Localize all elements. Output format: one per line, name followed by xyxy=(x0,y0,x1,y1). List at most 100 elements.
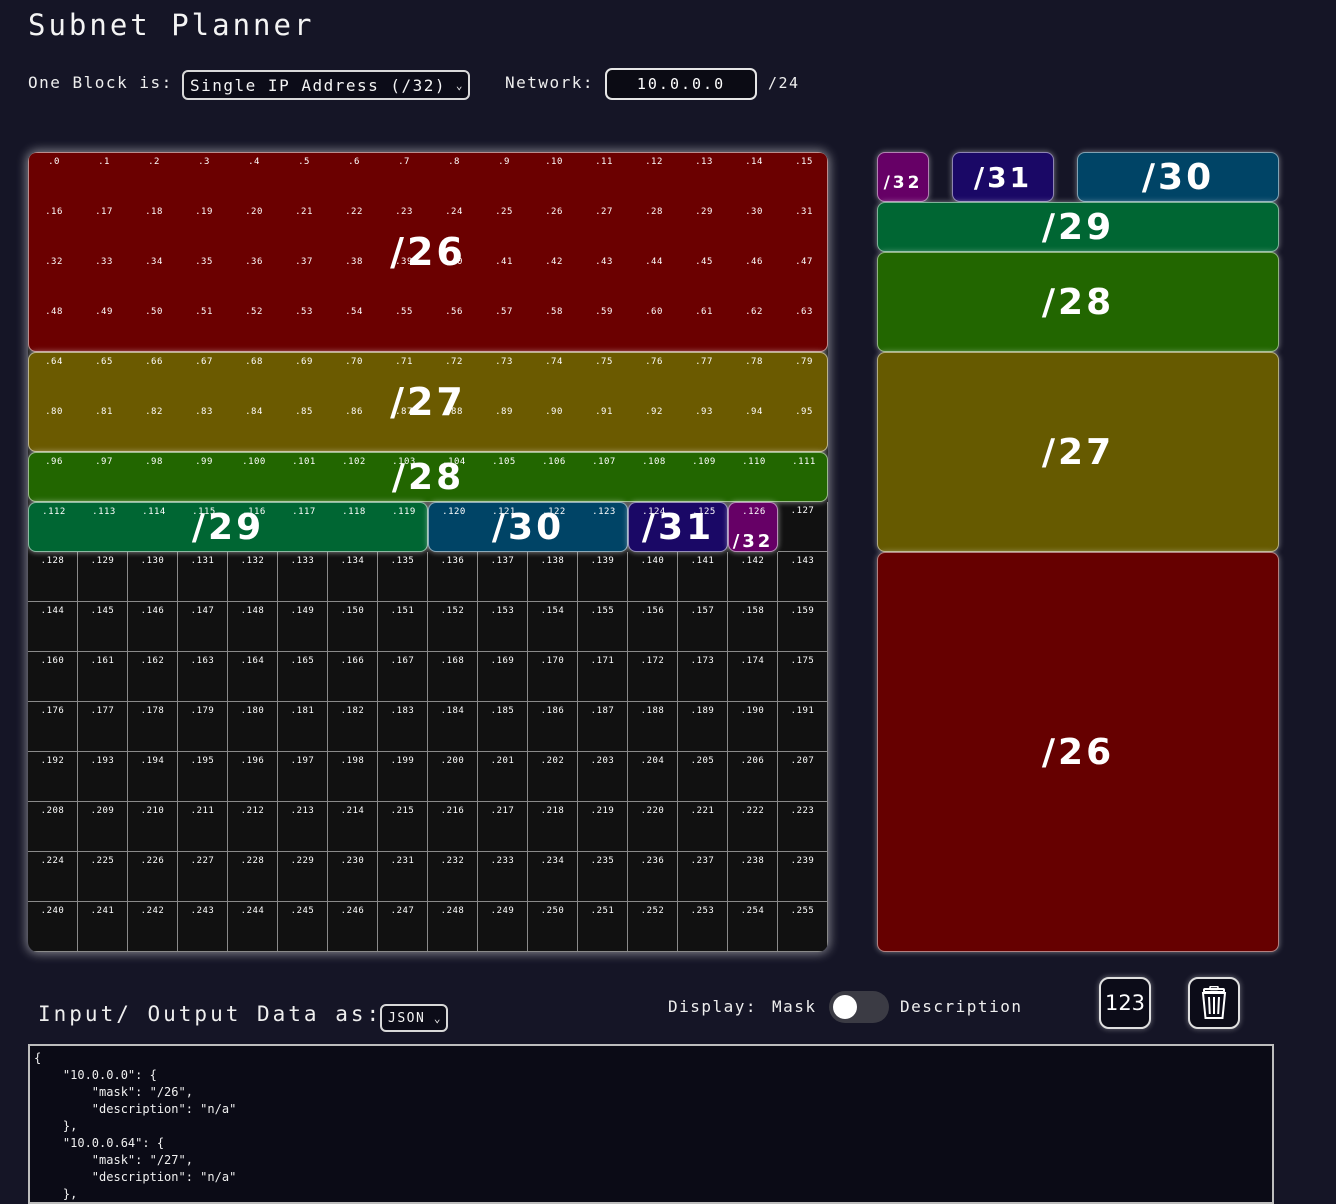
ip-cell[interactable]: .189 xyxy=(678,702,728,752)
ip-cell[interactable]: .246 xyxy=(328,902,378,952)
ip-cell[interactable]: .159 xyxy=(778,602,828,652)
ip-cell[interactable]: .233 xyxy=(478,852,528,902)
ip-cell[interactable]: .211 xyxy=(178,802,228,852)
ip-cell[interactable]: .130 xyxy=(128,552,178,602)
ip-cell[interactable]: .245 xyxy=(278,902,328,952)
ip-cell[interactable]: .222 xyxy=(728,802,778,852)
ip-cell[interactable]: .188 xyxy=(628,702,678,752)
ip-cell[interactable]: .237 xyxy=(678,852,728,902)
ip-cell[interactable]: .174 xyxy=(728,652,778,702)
ip-cell[interactable]: .223 xyxy=(778,802,828,852)
ip-cell[interactable]: .243 xyxy=(178,902,228,952)
ip-cell[interactable]: .247 xyxy=(378,902,428,952)
subnet-block[interactable]: .126/32 xyxy=(728,502,778,552)
ip-cell[interactable]: .184 xyxy=(428,702,478,752)
ip-cell[interactable]: .216 xyxy=(428,802,478,852)
ip-cell[interactable]: .156 xyxy=(628,602,678,652)
display-toggle[interactable] xyxy=(829,991,889,1023)
ip-cell[interactable]: .232 xyxy=(428,852,478,902)
block-size-select[interactable]: Single IP Address (/32) ⌄ xyxy=(182,70,470,100)
ip-cell[interactable]: .228 xyxy=(228,852,278,902)
ip-cell[interactable]: .151 xyxy=(378,602,428,652)
ip-cell[interactable]: .240 xyxy=(28,902,78,952)
ip-cell[interactable]: .185 xyxy=(478,702,528,752)
ip-cell[interactable]: .160 xyxy=(28,652,78,702)
ip-cell[interactable]: .219 xyxy=(578,802,628,852)
ip-cell[interactable]: .254 xyxy=(728,902,778,952)
ip-cell[interactable]: .248 xyxy=(428,902,478,952)
ip-cell[interactable]: .197 xyxy=(278,752,328,802)
ip-cell[interactable]: .146 xyxy=(128,602,178,652)
ip-cell[interactable]: .137 xyxy=(478,552,528,602)
legend-block[interactable]: /28 xyxy=(877,252,1279,352)
ip-cell[interactable]: .195 xyxy=(178,752,228,802)
ip-cell[interactable]: .202 xyxy=(528,752,578,802)
ip-cell[interactable]: .213 xyxy=(278,802,328,852)
ip-cell[interactable]: .134 xyxy=(328,552,378,602)
ip-cell[interactable]: .229 xyxy=(278,852,328,902)
ip-cell[interactable]: .166 xyxy=(328,652,378,702)
ip-cell[interactable]: .131 xyxy=(178,552,228,602)
ip-cell[interactable]: .180 xyxy=(228,702,278,752)
ip-cell[interactable]: .147 xyxy=(178,602,228,652)
ip-cell[interactable]: .238 xyxy=(728,852,778,902)
ip-cell[interactable]: .208 xyxy=(28,802,78,852)
ip-cell[interactable]: .171 xyxy=(578,652,628,702)
ip-cell[interactable]: .187 xyxy=(578,702,628,752)
ip-cell[interactable]: .138 xyxy=(528,552,578,602)
legend-block[interactable]: /31 xyxy=(952,152,1054,202)
ip-cell[interactable]: .255 xyxy=(778,902,828,952)
ip-cell[interactable]: .218 xyxy=(528,802,578,852)
ip-cell[interactable]: .155 xyxy=(578,602,628,652)
ip-cell[interactable]: .172 xyxy=(628,652,678,702)
ip-cell[interactable]: .143 xyxy=(778,552,828,602)
ip-cell[interactable]: .127 xyxy=(778,502,828,552)
ip-cell[interactable]: .234 xyxy=(528,852,578,902)
ip-cell[interactable]: .209 xyxy=(78,802,128,852)
ip-cell[interactable]: .144 xyxy=(28,602,78,652)
ip-cell[interactable]: .148 xyxy=(228,602,278,652)
ip-cell[interactable]: .224 xyxy=(28,852,78,902)
subnet-block[interactable]: .64 .65 .66 .67 .68 .69 .70 .71 .72 .73 .74 .75 .76.… xyxy=(28,352,828,452)
ip-cell[interactable]: .132 xyxy=(228,552,278,602)
ip-cell[interactable]: .196 xyxy=(228,752,278,802)
delete-button[interactable] xyxy=(1188,977,1240,1029)
ip-cell[interactable]: .200 xyxy=(428,752,478,802)
ip-cell[interactable]: .181 xyxy=(278,702,328,752)
ip-cell[interactable]: .179 xyxy=(178,702,228,752)
ip-cell[interactable]: .191 xyxy=(778,702,828,752)
network-input[interactable]: 10.0.0.0 xyxy=(605,68,757,100)
legend-block[interactable]: /26 xyxy=(877,552,1279,952)
ip-cell[interactable]: .133 xyxy=(278,552,328,602)
ip-cell[interactable]: .252 xyxy=(628,902,678,952)
ip-cell[interactable]: .199 xyxy=(378,752,428,802)
ip-grid[interactable]: .127 .128.129.130.131.132.133.134.135.136… xyxy=(28,152,828,952)
ip-cell[interactable]: .225 xyxy=(78,852,128,902)
ip-cell[interactable]: .205 xyxy=(678,752,728,802)
ip-cell[interactable]: .129 xyxy=(78,552,128,602)
ip-cell[interactable]: .128 xyxy=(28,552,78,602)
subnet-block[interactable]: .96.97.98.99.100.101.102.103.104.105.106… xyxy=(28,452,828,502)
ip-cell[interactable]: .230 xyxy=(328,852,378,902)
ip-cell[interactable]: .164 xyxy=(228,652,278,702)
ip-cell[interactable]: .177 xyxy=(78,702,128,752)
subnet-block[interactable]: .0 .1 .2 .3 .4 .5 .6 .7 .8 .9 .10 .11 .12 .13 .14 .15 .1… xyxy=(28,152,828,352)
ip-cell[interactable]: .153 xyxy=(478,602,528,652)
ip-cell[interactable]: .220 xyxy=(628,802,678,852)
ip-cell[interactable]: .190 xyxy=(728,702,778,752)
ip-cell[interactable]: .162 xyxy=(128,652,178,702)
ip-cell[interactable]: .169 xyxy=(478,652,528,702)
ip-cell[interactable]: .167 xyxy=(378,652,428,702)
ip-cell[interactable]: .163 xyxy=(178,652,228,702)
ip-cell[interactable]: .157 xyxy=(678,602,728,652)
ip-cell[interactable]: .173 xyxy=(678,652,728,702)
ip-cell[interactable]: .149 xyxy=(278,602,328,652)
ip-cell[interactable]: .154 xyxy=(528,602,578,652)
ip-cell[interactable]: .226 xyxy=(128,852,178,902)
ip-cell[interactable]: .206 xyxy=(728,752,778,802)
ip-cell[interactable]: .242 xyxy=(128,902,178,952)
io-format-select[interactable]: JSON ⌄ xyxy=(380,1004,448,1032)
ip-cell[interactable]: .168 xyxy=(428,652,478,702)
subnet-block[interactable]: .120.121.122.123/30 xyxy=(428,502,628,552)
ip-cell[interactable]: .231 xyxy=(378,852,428,902)
